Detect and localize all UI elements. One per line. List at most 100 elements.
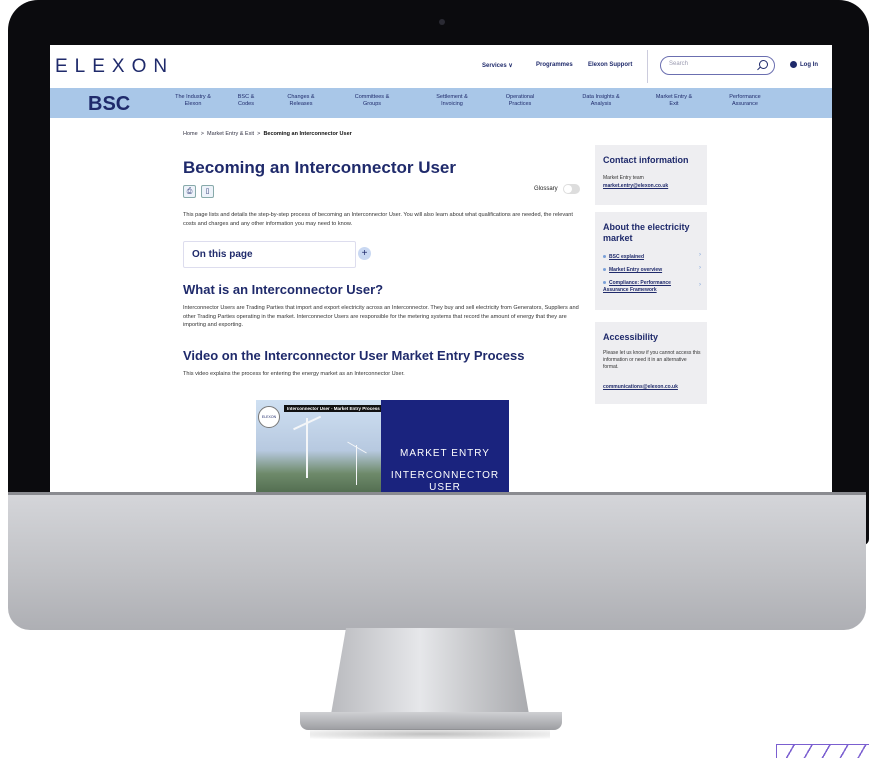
search-icon[interactable] [759, 60, 768, 69]
section-heading-video: Video on the Interconnector User Market … [183, 348, 525, 363]
video-title-panel: MARKET ENTRY INTERCONNECTOR USER [381, 400, 509, 492]
section-heading-what: What is an Interconnector User? [183, 282, 384, 297]
wind-turbine-image [306, 418, 308, 478]
link-market-entry-overview[interactable]: Market Entry overview [603, 267, 662, 273]
wind-turbine-image [356, 445, 357, 485]
bsc-nav-label: Releases [289, 101, 313, 107]
user-icon [790, 61, 797, 68]
bullet-icon [603, 268, 606, 272]
accessibility-email-link[interactable]: communications@elexon.co.uk [603, 384, 678, 390]
bsc-nav-label: Elexon [184, 101, 202, 107]
nav-services[interactable]: Services ∨ [482, 62, 513, 69]
about-market-card: About the electricity market BSC explain… [595, 212, 707, 310]
bsc-nav-label: Market Entry & [655, 94, 693, 100]
bsc-nav-label: Invoicing [441, 101, 463, 107]
bsc-nav-bar: BSC The Industry & Elexon BSC & Codes Chan… [50, 88, 832, 118]
monitor-screen: ELEXON Services ∨ Programmes Elexon Supp… [50, 45, 832, 492]
bsc-nav-performance[interactable]: Performance Assurance [715, 94, 775, 108]
bsc-nav-label: Groups [362, 101, 382, 107]
link-bsc-explained[interactable]: BSC explained [603, 254, 644, 260]
glossary-label: Glossary [534, 186, 558, 192]
print-icon: ⎙ [186, 188, 193, 195]
login-button[interactable]: Log In [790, 61, 818, 68]
bookmark-icon: ▯ [205, 188, 210, 195]
breadcrumb-parent[interactable]: Market Entry & Exit [207, 131, 254, 137]
bsc-nav-label: BSC & [237, 94, 255, 100]
video-player[interactable]: ELEXON Interconnector User - Market Entr… [256, 400, 509, 492]
bsc-nav-market-entry[interactable]: Market Entry & Exit [643, 94, 705, 108]
video-text-user: USER [429, 482, 461, 492]
bsc-nav-industry[interactable]: The Industry & Elexon [168, 94, 218, 108]
bsc-nav-label: Changes & [287, 94, 315, 100]
about-heading: About the electricity market [603, 222, 690, 243]
on-this-page-label: On this page [192, 249, 253, 260]
contact-team: Market Entry team [603, 175, 644, 181]
print-button[interactable]: ⎙ [183, 185, 196, 198]
link-label: Market Entry overview [609, 267, 663, 273]
what-text: Interconnector Users are Trading Parties… [183, 305, 579, 328]
bsc-nav-label: Operational [505, 94, 535, 100]
elexon-logo[interactable]: ELEXON [55, 56, 174, 78]
bsc-nav-label: Codes [238, 101, 254, 107]
bsc-nav-label: Assurance [732, 101, 758, 107]
breadcrumb-separator: > [257, 131, 261, 137]
bsc-nav-operational[interactable]: Operational Practices [491, 94, 549, 108]
bsc-nav-label: Data Insights & [582, 94, 620, 100]
accessibility-card: Accessibility Please let us know if you … [595, 322, 707, 404]
glossary-toggle[interactable] [563, 184, 580, 194]
link-compliance[interactable]: Compliance: Performance Assurance Framew… [603, 280, 683, 294]
bookmark-button[interactable]: ▯ [201, 185, 214, 198]
site-header: ELEXON Services ∨ Programmes Elexon Supp… [50, 45, 832, 88]
contact-email-link[interactable]: market.entry@elexon.co.uk [603, 183, 668, 189]
chevron-right-icon: › [699, 265, 701, 271]
search-input[interactable]: Search [660, 56, 775, 75]
monitor-stand-neck [330, 628, 530, 720]
search-placeholder: Search [669, 61, 689, 67]
contact-heading: Contact information [603, 155, 689, 165]
webcam-dot [439, 19, 445, 25]
header-divider [647, 50, 648, 83]
nav-programmes[interactable]: Programmes [536, 62, 573, 68]
link-label: BSC explained [609, 254, 645, 260]
plus-icon[interactable]: + [358, 247, 371, 260]
bsc-nav-label: The Industry & [175, 94, 211, 100]
bsc-nav-label: Exit [669, 101, 679, 107]
bullet-icon [603, 255, 606, 259]
bsc-title[interactable]: BSC [88, 93, 130, 116]
chin-edge [8, 492, 866, 495]
nav-elexon-support[interactable]: Elexon Support [588, 62, 632, 68]
page-title: Becoming an Interconnector User [183, 158, 457, 177]
login-label: Log In [800, 62, 818, 69]
breadcrumb-current: Becoming an Interconnector User [263, 131, 352, 137]
accessibility-text: Please let us know if you cannot access … [603, 350, 701, 370]
bsc-nav-label: Committees & [354, 94, 390, 100]
bsc-nav-label: Performance [729, 94, 761, 100]
video-title[interactable]: Interconnector User - Market Entry Proce… [284, 405, 383, 412]
accessibility-heading: Accessibility [603, 332, 659, 342]
link-label: Compliance: Performance Assurance Framew… [603, 280, 671, 293]
bsc-nav-data-insights[interactable]: Data Insights & Analysis [570, 94, 632, 108]
decorative-hatch-pattern [776, 744, 869, 758]
breadcrumb-separator: > [200, 131, 204, 137]
imac-monitor: ELEXON Services ∨ Programmes Elexon Supp… [0, 0, 869, 758]
video-intro-text: This video explains the process for ente… [183, 371, 405, 377]
intro-text: This page lists and details the step-by-… [183, 212, 573, 227]
bullet-icon [603, 281, 606, 285]
bsc-nav-codes[interactable]: BSC & Codes [226, 94, 266, 108]
bsc-nav-committees[interactable]: Committees & Groups [343, 94, 401, 108]
monitor-stand-base [300, 712, 562, 730]
chevron-right-icon: › [699, 282, 701, 288]
elexon-video-logo: ELEXON [258, 406, 280, 428]
on-this-page-accordion[interactable]: On this page + [183, 241, 371, 268]
video-text-market-entry: MARKET ENTRY [400, 448, 490, 459]
turbine-blade [347, 441, 367, 454]
video-text-interconnector: INTERCONNECTOR [390, 470, 500, 481]
bsc-nav-label: Practices [508, 101, 532, 107]
chevron-right-icon: › [699, 252, 701, 258]
bsc-nav-changes[interactable]: Changes & Releases [276, 94, 326, 108]
breadcrumb: Home > Market Entry & Exit > Becoming an… [183, 131, 352, 137]
bsc-nav-label: Settlement & [436, 94, 468, 100]
breadcrumb-home[interactable]: Home [183, 131, 198, 137]
bsc-nav-settlement[interactable]: Settlement & Invoicing [423, 94, 481, 108]
contact-info-card: Contact information Market Entry team ma… [595, 145, 707, 205]
